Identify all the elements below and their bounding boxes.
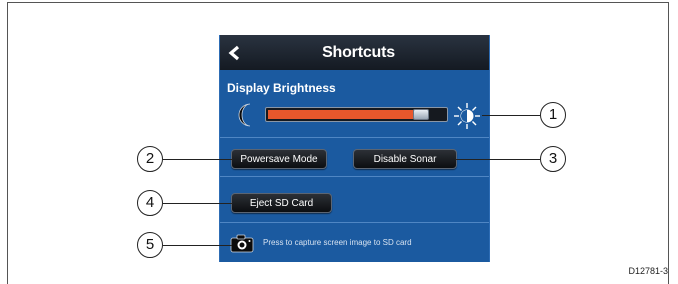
disable-sonar-button[interactable]: Disable Sonar <box>353 149 457 169</box>
brightness-slider-thumb[interactable] <box>413 109 429 120</box>
callout-leader <box>163 203 233 204</box>
callout-leader <box>482 115 540 116</box>
chevron-left-icon[interactable] <box>226 44 244 62</box>
divider <box>220 222 489 223</box>
title-bar: Shortcuts <box>220 35 489 70</box>
callout-leader <box>455 159 540 160</box>
brightness-slider[interactable] <box>265 107 448 122</box>
callout-5: 5 <box>137 232 163 258</box>
callout-1: 1 <box>540 102 566 128</box>
divider <box>220 176 489 177</box>
page-title: Shortcuts <box>322 44 395 61</box>
moon-icon <box>238 103 251 127</box>
eject-sd-card-button[interactable]: Eject SD Card <box>231 193 332 213</box>
brightness-label: Display Brightness <box>227 81 336 95</box>
callout-2: 2 <box>137 146 163 172</box>
camera-icon[interactable] <box>230 233 254 253</box>
callout-leader <box>163 159 233 160</box>
callout-3: 3 <box>540 146 566 172</box>
callout-leader <box>163 245 232 246</box>
divider <box>220 137 489 138</box>
brightness-slider-fill <box>268 110 423 119</box>
capture-instruction[interactable]: Press to capture screen image to SD card <box>263 238 412 247</box>
sun-icon <box>454 103 480 129</box>
callout-4: 4 <box>137 190 163 216</box>
document-id: D12781-3 <box>628 266 668 276</box>
powersave-mode-button[interactable]: Powersave Mode <box>231 149 327 169</box>
shortcuts-panel: Shortcuts Display Brightness Powersave M… <box>219 35 490 262</box>
